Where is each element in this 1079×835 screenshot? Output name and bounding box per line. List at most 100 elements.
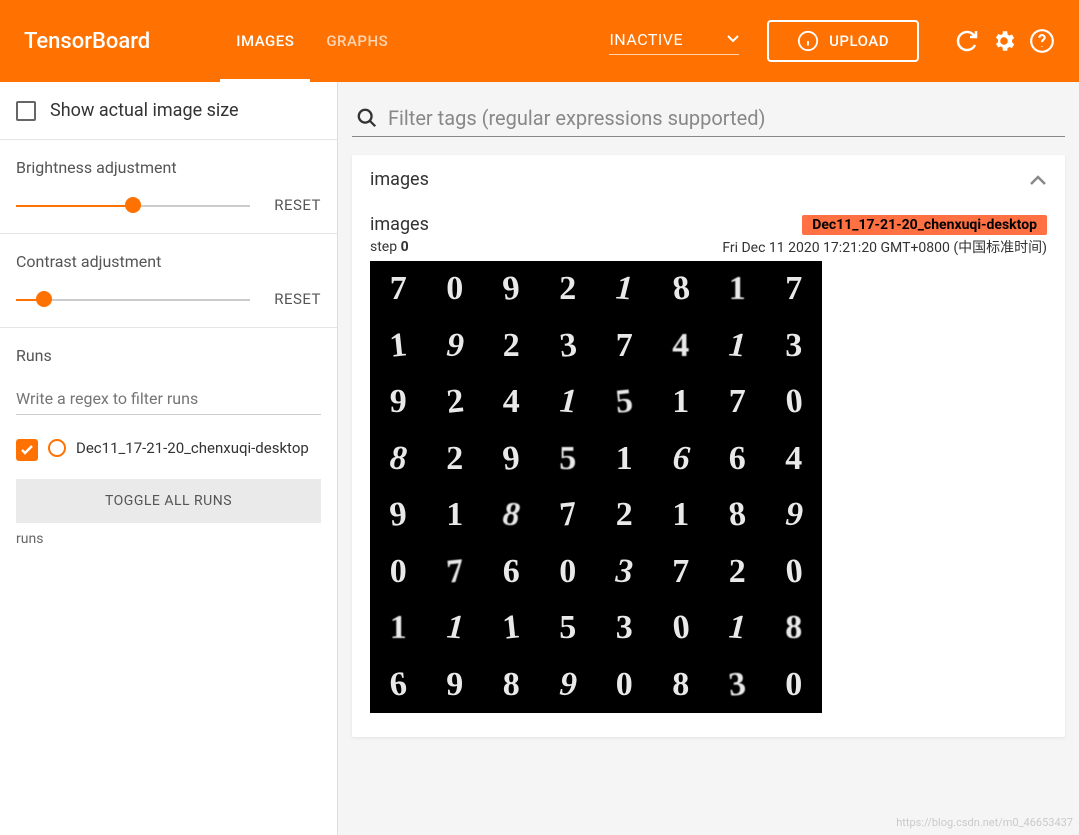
digit-cell: 1 [707,598,767,658]
run-label: Dec11_17-21-20_chenxuqi-desktop [76,439,309,457]
digit-cell: 9 [425,316,485,376]
tag-filter-input[interactable]: Filter tags (regular expressions support… [352,100,1065,137]
digit-cell: 0 [650,597,712,659]
run-color-swatch [48,439,66,457]
digit-cell: 0 [763,541,825,603]
digit-cell: 4 [483,374,540,431]
digit-cell: 1 [653,487,710,544]
run-item[interactable]: Dec11_17-21-20_chenxuqi-desktop [16,433,321,467]
digit-cell: 5 [540,600,597,657]
step-label: step [370,239,397,255]
digit-cell: 9 [370,374,427,431]
digit-cell: 4 [766,431,823,488]
gear-icon[interactable] [991,28,1017,54]
brightness-slider[interactable] [16,195,250,215]
run-checkbox[interactable] [16,439,38,461]
digit-cell: 9 [427,657,484,714]
digit-cell: 9 [538,655,598,715]
runs-filter-input[interactable] [16,383,321,415]
digit-cell: 0 [427,261,484,318]
tab-graphs[interactable]: GRAPHS [310,0,404,82]
digit-cell: 9 [480,428,542,490]
digit-cell: 0 [370,544,427,601]
digit-cell: 2 [424,371,486,433]
digit-cell: 2 [427,431,484,488]
show-actual-checkbox[interactable] [16,101,36,121]
digit-cell: 8 [650,258,712,320]
timestamp: Fri Dec 11 2020 17:21:20 GMT+0800 (中国标准时… [722,237,1047,257]
info-icon [797,30,819,52]
digit-cell: 3 [537,315,599,377]
digit-cell: 2 [709,544,766,601]
run-tag: Dec11_17-21-20_chenxuqi-desktop [802,215,1047,235]
digit-cell: 7 [596,318,653,375]
digit-cell: 6 [709,431,766,488]
digit-cell: 8 [481,485,541,545]
digit-cell: 7 [537,484,599,546]
digit-cell: 8 [368,429,428,489]
digit-cell: 1 [707,316,767,376]
check-icon [19,442,35,458]
card-title: images [370,169,429,190]
contrast-slider[interactable] [16,289,250,309]
digit-cell: 9 [367,484,429,546]
card-header[interactable]: images [352,155,1065,204]
toggle-all-runs-button[interactable]: TOGGLE ALL RUNS [16,479,321,523]
digit-cell: 9 [764,485,824,545]
chevron-up-icon [1029,174,1047,186]
upload-label: UPLOAD [829,32,889,50]
digit-cell: 6 [651,429,711,489]
tag-filter-placeholder: Filter tags (regular expressions support… [388,106,765,130]
digit-cell: 3 [766,318,823,375]
digit-cell: 3 [706,654,768,716]
image-title: images [370,214,429,235]
help-icon[interactable] [1029,28,1055,54]
digit-cell: 7 [653,544,710,601]
digit-cell: 5 [593,371,655,433]
digit-cell: 0 [763,371,825,433]
watermark: https://blog.csdn.net/m0_46653437 [896,816,1073,829]
digit-cell: 1 [653,374,710,431]
digit-cell: 1 [596,431,653,488]
refresh-icon[interactable] [955,29,979,53]
runs-footer: runs [16,531,321,547]
contrast-label: Contrast adjustment [16,252,321,271]
digit-cell: 0 [766,657,823,714]
show-actual-label: Show actual image size [50,100,239,121]
search-icon [356,107,378,129]
contrast-reset-button[interactable]: RESET [274,290,321,308]
digit-cell: 4 [653,318,710,375]
upload-button[interactable]: UPLOAD [767,20,919,62]
digit-cell: 1 [425,598,485,658]
digit-cell: 1 [709,261,766,318]
digit-cell: 1 [538,372,598,432]
digit-cell: 8 [653,657,710,714]
image-preview[interactable]: 7092181719237413924151708295166491872189… [370,261,822,713]
digit-cell: 8 [483,657,540,714]
inactive-dropdown[interactable]: INACTIVE [609,30,739,53]
digit-cell: 3 [596,600,653,657]
digit-cell: 9 [480,258,542,320]
digit-cell: 0 [540,544,597,601]
digit-cell: 2 [596,487,653,544]
digit-cell: 1 [370,600,427,657]
inactive-label: INACTIVE [609,30,683,49]
digit-cell: 6 [367,654,429,716]
digit-cell: 3 [594,542,654,602]
digit-cell: 2 [483,318,540,375]
digit-cell: 1 [427,487,484,544]
digit-cell: 1 [480,597,542,659]
runs-label: Runs [16,346,321,365]
digit-cell: 8 [706,484,768,546]
brightness-reset-button[interactable]: RESET [274,196,321,214]
digit-cell: 7 [709,374,766,431]
digit-cell: 1 [594,259,654,319]
dropdown-icon [727,35,739,43]
app-logo: TensorBoard [24,29,150,54]
digit-cell: 7 [370,261,427,318]
tab-images[interactable]: IMAGES [220,0,310,82]
digit-cell: 7 [424,541,486,603]
digit-cell: 5 [540,431,597,488]
digit-cell: 8 [766,600,823,657]
digit-cell: 6 [483,544,540,601]
